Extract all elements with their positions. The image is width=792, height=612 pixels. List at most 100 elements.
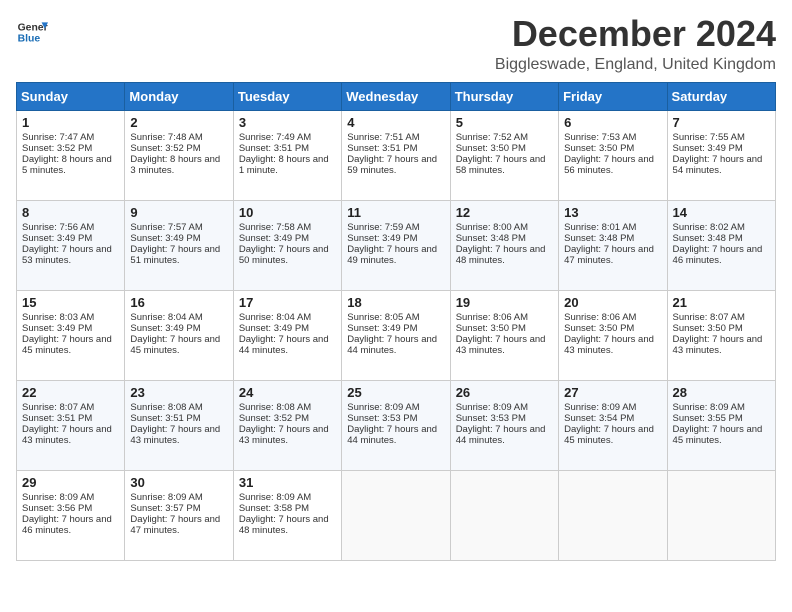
- daylight-text: Daylight: 7 hours and 50 minutes.: [239, 244, 329, 266]
- sunrise-text: Sunrise: 7:48 AM: [130, 132, 202, 143]
- sunrise-text: Sunrise: 7:55 AM: [673, 132, 745, 143]
- daylight-text: Daylight: 7 hours and 51 minutes.: [130, 244, 220, 266]
- sunset-text: Sunset: 3:52 PM: [130, 143, 200, 154]
- daylight-text: Daylight: 7 hours and 45 minutes.: [130, 334, 220, 356]
- sunset-text: Sunset: 3:53 PM: [347, 413, 417, 424]
- daylight-text: Daylight: 7 hours and 43 minutes.: [456, 334, 546, 356]
- col-monday: Monday: [125, 83, 233, 111]
- table-row: [667, 471, 775, 561]
- table-row: 17 Sunrise: 8:04 AM Sunset: 3:49 PM Dayl…: [233, 291, 341, 381]
- daylight-text: Daylight: 7 hours and 43 minutes.: [22, 424, 112, 446]
- day-number: 8: [22, 205, 119, 220]
- calendar-subtitle: Biggleswade, England, United Kingdom: [495, 56, 776, 74]
- table-row: 28 Sunrise: 8:09 AM Sunset: 3:55 PM Dayl…: [667, 381, 775, 471]
- daylight-text: Daylight: 7 hours and 45 minutes.: [673, 424, 763, 446]
- calendar-table: Sunday Monday Tuesday Wednesday Thursday…: [16, 82, 776, 561]
- day-number: 24: [239, 385, 336, 400]
- svg-text:Blue: Blue: [18, 34, 41, 45]
- day-number: 16: [130, 295, 227, 310]
- daylight-text: Daylight: 7 hours and 44 minutes.: [347, 334, 437, 356]
- day-number: 12: [456, 205, 553, 220]
- sunset-text: Sunset: 3:49 PM: [347, 233, 417, 244]
- sunrise-text: Sunrise: 7:56 AM: [22, 222, 94, 233]
- day-number: 13: [564, 205, 661, 220]
- day-number: 21: [673, 295, 770, 310]
- table-row: 22 Sunrise: 8:07 AM Sunset: 3:51 PM Dayl…: [17, 381, 125, 471]
- day-number: 10: [239, 205, 336, 220]
- sunset-text: Sunset: 3:56 PM: [22, 503, 92, 514]
- table-row: [342, 471, 450, 561]
- daylight-text: Daylight: 7 hours and 45 minutes.: [22, 334, 112, 356]
- table-row: 4 Sunrise: 7:51 AM Sunset: 3:51 PM Dayli…: [342, 111, 450, 201]
- table-row: 26 Sunrise: 8:09 AM Sunset: 3:53 PM Dayl…: [450, 381, 558, 471]
- sunrise-text: Sunrise: 8:09 AM: [347, 402, 419, 413]
- table-row: 15 Sunrise: 8:03 AM Sunset: 3:49 PM Dayl…: [17, 291, 125, 381]
- sunrise-text: Sunrise: 8:05 AM: [347, 312, 419, 323]
- sunrise-text: Sunrise: 8:09 AM: [22, 492, 94, 503]
- daylight-text: Daylight: 7 hours and 48 minutes.: [456, 244, 546, 266]
- sunrise-text: Sunrise: 8:09 AM: [239, 492, 311, 503]
- day-number: 2: [130, 115, 227, 130]
- table-row: 31 Sunrise: 8:09 AM Sunset: 3:58 PM Dayl…: [233, 471, 341, 561]
- col-friday: Friday: [559, 83, 667, 111]
- sunset-text: Sunset: 3:53 PM: [456, 413, 526, 424]
- sunset-text: Sunset: 3:48 PM: [456, 233, 526, 244]
- col-sunday: Sunday: [17, 83, 125, 111]
- col-wednesday: Wednesday: [342, 83, 450, 111]
- table-row: 30 Sunrise: 8:09 AM Sunset: 3:57 PM Dayl…: [125, 471, 233, 561]
- day-number: 28: [673, 385, 770, 400]
- title-block: December 2024 Biggleswade, England, Unit…: [495, 16, 776, 74]
- day-number: 14: [673, 205, 770, 220]
- table-row: 9 Sunrise: 7:57 AM Sunset: 3:49 PM Dayli…: [125, 201, 233, 291]
- sunrise-text: Sunrise: 7:47 AM: [22, 132, 94, 143]
- logo-icon: General Blue: [16, 16, 48, 48]
- table-row: 2 Sunrise: 7:48 AM Sunset: 3:52 PM Dayli…: [125, 111, 233, 201]
- sunrise-text: Sunrise: 8:06 AM: [456, 312, 528, 323]
- table-row: 16 Sunrise: 8:04 AM Sunset: 3:49 PM Dayl…: [125, 291, 233, 381]
- daylight-text: Daylight: 7 hours and 47 minutes.: [564, 244, 654, 266]
- sunset-text: Sunset: 3:55 PM: [673, 413, 743, 424]
- daylight-text: Daylight: 7 hours and 43 minutes.: [130, 424, 220, 446]
- day-number: 11: [347, 205, 444, 220]
- sunrise-text: Sunrise: 8:09 AM: [130, 492, 202, 503]
- sunset-text: Sunset: 3:58 PM: [239, 503, 309, 514]
- day-number: 22: [22, 385, 119, 400]
- sunrise-text: Sunrise: 8:08 AM: [239, 402, 311, 413]
- day-number: 5: [456, 115, 553, 130]
- sunrise-text: Sunrise: 8:07 AM: [22, 402, 94, 413]
- day-number: 1: [22, 115, 119, 130]
- daylight-text: Daylight: 7 hours and 43 minutes.: [564, 334, 654, 356]
- sunrise-text: Sunrise: 8:09 AM: [456, 402, 528, 413]
- daylight-text: Daylight: 7 hours and 45 minutes.: [564, 424, 654, 446]
- table-row: 1 Sunrise: 7:47 AM Sunset: 3:52 PM Dayli…: [17, 111, 125, 201]
- day-number: 20: [564, 295, 661, 310]
- sunrise-text: Sunrise: 8:02 AM: [673, 222, 745, 233]
- day-number: 29: [22, 475, 119, 490]
- table-row: 14 Sunrise: 8:02 AM Sunset: 3:48 PM Dayl…: [667, 201, 775, 291]
- sunrise-text: Sunrise: 7:59 AM: [347, 222, 419, 233]
- day-number: 17: [239, 295, 336, 310]
- day-number: 9: [130, 205, 227, 220]
- sunrise-text: Sunrise: 8:06 AM: [564, 312, 636, 323]
- sunset-text: Sunset: 3:51 PM: [347, 143, 417, 154]
- daylight-text: Daylight: 7 hours and 56 minutes.: [564, 154, 654, 176]
- sunset-text: Sunset: 3:52 PM: [22, 143, 92, 154]
- day-number: 27: [564, 385, 661, 400]
- daylight-text: Daylight: 7 hours and 46 minutes.: [673, 244, 763, 266]
- day-number: 6: [564, 115, 661, 130]
- sunrise-text: Sunrise: 8:00 AM: [456, 222, 528, 233]
- table-row: 10 Sunrise: 7:58 AM Sunset: 3:49 PM Dayl…: [233, 201, 341, 291]
- table-row: 23 Sunrise: 8:08 AM Sunset: 3:51 PM Dayl…: [125, 381, 233, 471]
- table-row: 19 Sunrise: 8:06 AM Sunset: 3:50 PM Dayl…: [450, 291, 558, 381]
- page-header: General Blue December 2024 Biggleswade, …: [16, 16, 776, 74]
- day-number: 3: [239, 115, 336, 130]
- table-row: 12 Sunrise: 8:00 AM Sunset: 3:48 PM Dayl…: [450, 201, 558, 291]
- sunrise-text: Sunrise: 8:08 AM: [130, 402, 202, 413]
- sunset-text: Sunset: 3:49 PM: [347, 323, 417, 334]
- sunset-text: Sunset: 3:50 PM: [564, 143, 634, 154]
- day-number: 25: [347, 385, 444, 400]
- table-row: [450, 471, 558, 561]
- sunset-text: Sunset: 3:49 PM: [130, 233, 200, 244]
- daylight-text: Daylight: 7 hours and 47 minutes.: [130, 514, 220, 536]
- daylight-text: Daylight: 7 hours and 43 minutes.: [673, 334, 763, 356]
